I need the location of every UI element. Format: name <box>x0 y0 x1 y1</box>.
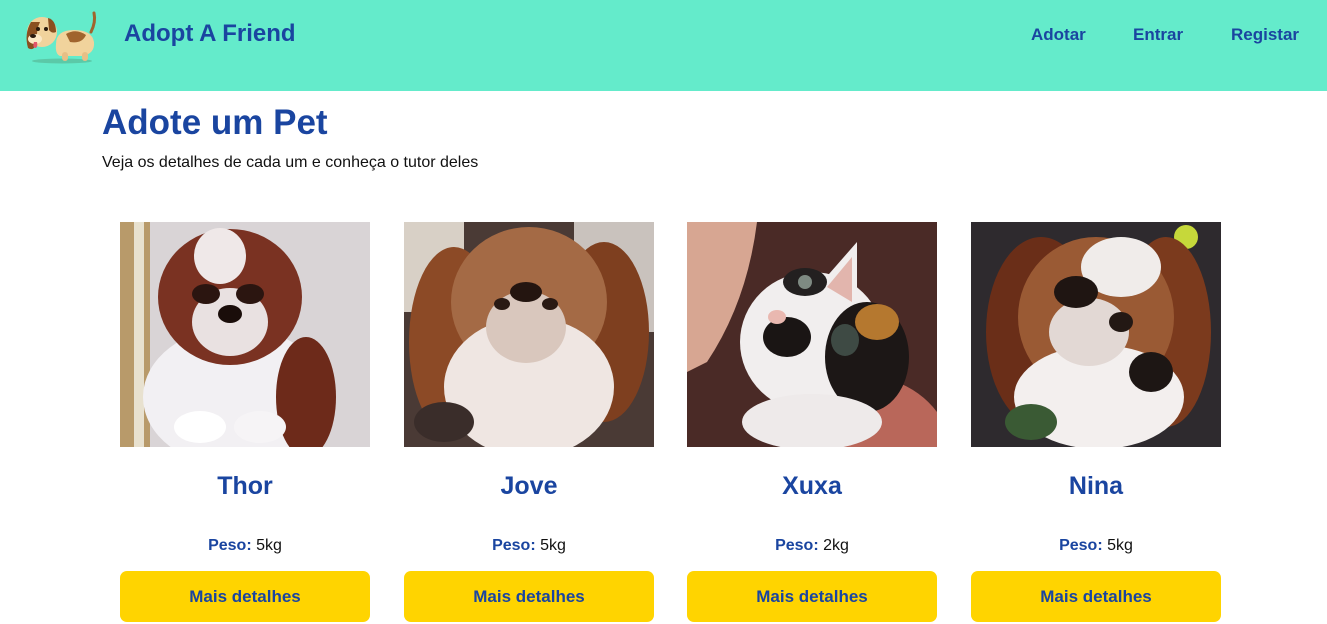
page-subtitle: Veja os detalhes de cada um e conheça o … <box>102 154 479 171</box>
nav-link-entrar[interactable]: Entrar <box>1133 25 1183 45</box>
nav-link-registar[interactable]: Registar <box>1231 25 1299 45</box>
pet-weight: Peso: 5kg <box>120 537 370 555</box>
pet-weight: Peso: 5kg <box>404 537 654 555</box>
pet-name: Nina <box>1068 472 1124 500</box>
weight-label: Peso: <box>208 537 252 554</box>
weight-value: 5kg <box>1107 537 1133 554</box>
weight-value: 5kg <box>256 537 282 554</box>
pet-card-xuxa: Xuxa Peso: 2kg Mais detalhes <box>687 222 937 624</box>
page-title: Adote um Pet <box>102 103 328 142</box>
weight-label: Peso: <box>492 537 536 554</box>
pet-photo <box>120 222 370 447</box>
pet-photo <box>404 222 654 447</box>
pet-photo <box>687 222 937 447</box>
nav-link-adotar[interactable]: Adotar <box>1031 25 1086 45</box>
pet-name: Xuxa <box>782 472 842 500</box>
details-button-xuxa[interactable]: Mais detalhes <box>687 571 937 622</box>
pet-card-thor: Thor Peso: 5kg Mais detalhes <box>120 222 370 624</box>
pet-photo <box>971 222 1221 447</box>
pet-card-jove: Jove Peso: 5kg Mais detalhes <box>404 222 654 624</box>
pet-weight: Peso: 2kg <box>687 537 937 555</box>
details-button-nina[interactable]: Mais detalhes <box>971 571 1221 622</box>
brand-title[interactable]: Adopt A Friend <box>124 20 296 48</box>
details-button-thor[interactable]: Mais detalhes <box>120 571 370 622</box>
weight-label: Peso: <box>775 537 819 554</box>
details-button-jove[interactable]: Mais detalhes <box>404 571 654 622</box>
pet-name: Thor <box>217 472 273 500</box>
pet-weight: Peso: 5kg <box>971 537 1221 555</box>
weight-value: 2kg <box>823 537 849 554</box>
pet-card-nina: Nina Peso: 5kg Mais detalhes <box>971 222 1221 624</box>
dog-logo-icon[interactable] <box>22 8 98 64</box>
navbar: Adopt A Friend Adotar Entrar Registar <box>0 0 1327 91</box>
weight-value: 5kg <box>540 537 566 554</box>
weight-label: Peso: <box>1059 537 1103 554</box>
pet-name: Jove <box>500 472 558 500</box>
